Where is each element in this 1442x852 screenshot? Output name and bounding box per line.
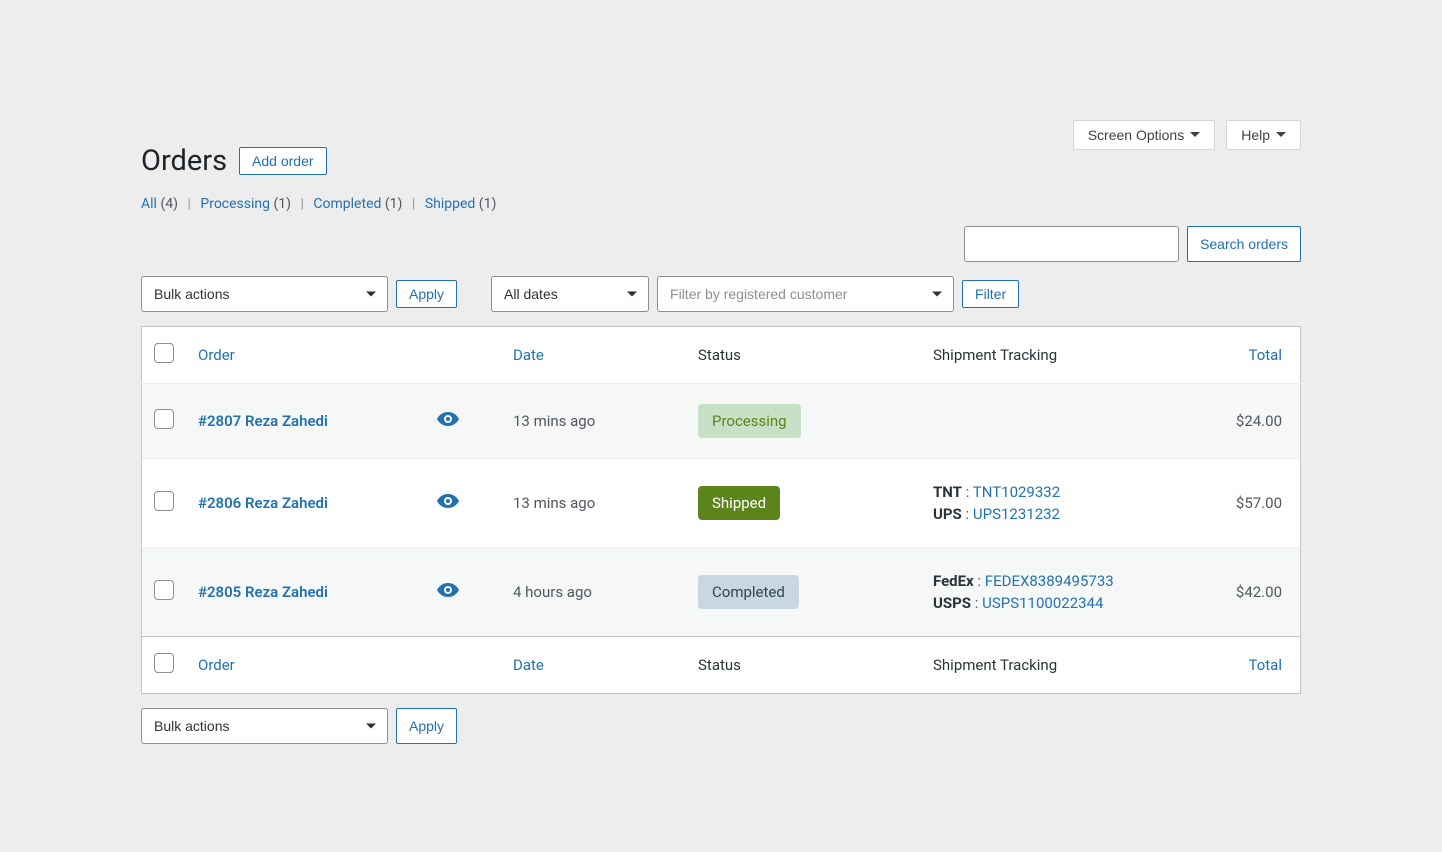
tracking-link[interactable]: TNT1029332 [973, 483, 1060, 501]
tracking-entry: TNT : TNT1029332 [933, 483, 1199, 501]
column-date[interactable]: Date [501, 327, 686, 384]
preview-icon[interactable] [437, 494, 459, 512]
filter-all-link[interactable]: All [141, 196, 157, 212]
select-all-checkbox[interactable] [154, 343, 174, 363]
order-link[interactable]: #2805 Reza Zahedi [198, 583, 328, 601]
status-badge: Processing [698, 404, 801, 438]
date-filter-select[interactable]: All dates [491, 276, 649, 312]
tracking-entry: UPS : UPS1231232 [933, 505, 1199, 523]
preview-icon[interactable] [437, 583, 459, 601]
tracking-cell: FedEx : FEDEX8389495733 USPS : USPS110002… [921, 548, 1211, 637]
column-shipment-footer: Shipment Tracking [921, 637, 1211, 694]
tracking-carrier: USPS [933, 594, 971, 612]
column-order[interactable]: Order [186, 327, 501, 384]
order-link[interactable]: #2807 Reza Zahedi [198, 412, 328, 430]
row-checkbox[interactable] [154, 580, 174, 600]
column-total-footer[interactable]: Total [1211, 637, 1301, 694]
filter-completed-link[interactable]: Completed [313, 196, 381, 212]
tracking-link[interactable]: UPS1231232 [973, 505, 1060, 523]
search-orders-button[interactable]: Search orders [1187, 226, 1301, 262]
column-order-footer[interactable]: Order [186, 637, 501, 694]
select-all-checkbox-footer[interactable] [154, 653, 174, 673]
help-button[interactable]: Help [1226, 120, 1301, 150]
column-status: Status [686, 327, 921, 384]
row-checkbox[interactable] [154, 409, 174, 429]
table-row: #2805 Reza Zahedi 4 hours ago Completed … [142, 548, 1301, 637]
preview-icon[interactable] [437, 412, 459, 430]
add-order-button[interactable]: Add order [239, 147, 326, 175]
status-badge: Shipped [698, 486, 780, 520]
filter-shipped-link[interactable]: Shipped [425, 196, 475, 212]
help-label: Help [1241, 127, 1270, 143]
status-filter-links: All (4) | Processing (1) | Completed (1)… [141, 196, 1301, 212]
tracking-cell: TNT : TNT1029332 UPS : UPS1231232 [921, 459, 1211, 548]
page-title: Orders [141, 144, 227, 178]
column-date-footer[interactable]: Date [501, 637, 686, 694]
order-date: 13 mins ago [501, 459, 686, 548]
search-input[interactable] [964, 226, 1179, 262]
filter-button[interactable]: Filter [962, 280, 1019, 308]
tracking-carrier: UPS [933, 505, 962, 523]
order-total: $24.00 [1211, 384, 1301, 459]
tracking-carrier: TNT [933, 483, 962, 501]
customer-filter-select[interactable]: Filter by registered customer [657, 276, 954, 312]
tracking-entry: USPS : USPS1100022344 [933, 594, 1199, 612]
tracking-carrier: FedEx [933, 572, 974, 590]
bulk-actions-select-bottom[interactable]: Bulk actions [141, 708, 388, 744]
tracking-link[interactable]: FEDEX8389495733 [985, 572, 1114, 590]
tracking-link[interactable]: USPS1100022344 [982, 594, 1103, 612]
tracking-entry: FedEx : FEDEX8389495733 [933, 572, 1199, 590]
caret-down-icon [1190, 132, 1200, 142]
column-shipment: Shipment Tracking [921, 327, 1211, 384]
column-total[interactable]: Total [1211, 327, 1301, 384]
bulk-actions-select[interactable]: Bulk actions [141, 276, 388, 312]
column-status-footer: Status [686, 637, 921, 694]
apply-button[interactable]: Apply [396, 280, 457, 308]
status-badge: Completed [698, 575, 799, 609]
row-checkbox[interactable] [154, 491, 174, 511]
table-row: #2806 Reza Zahedi 13 mins ago Shipped TN… [142, 459, 1301, 548]
filter-processing-link[interactable]: Processing [200, 196, 270, 212]
table-row: #2807 Reza Zahedi 13 mins ago Processing… [142, 384, 1301, 459]
screen-options-label: Screen Options [1088, 127, 1185, 143]
order-link[interactable]: #2806 Reza Zahedi [198, 494, 328, 512]
order-date: 13 mins ago [501, 384, 686, 459]
caret-down-icon [1276, 132, 1286, 142]
tracking-cell [921, 384, 1211, 459]
screen-options-button[interactable]: Screen Options [1073, 120, 1216, 150]
order-date: 4 hours ago [501, 548, 686, 637]
order-total: $42.00 [1211, 548, 1301, 637]
apply-button-bottom[interactable]: Apply [396, 708, 457, 744]
order-total: $57.00 [1211, 459, 1301, 548]
